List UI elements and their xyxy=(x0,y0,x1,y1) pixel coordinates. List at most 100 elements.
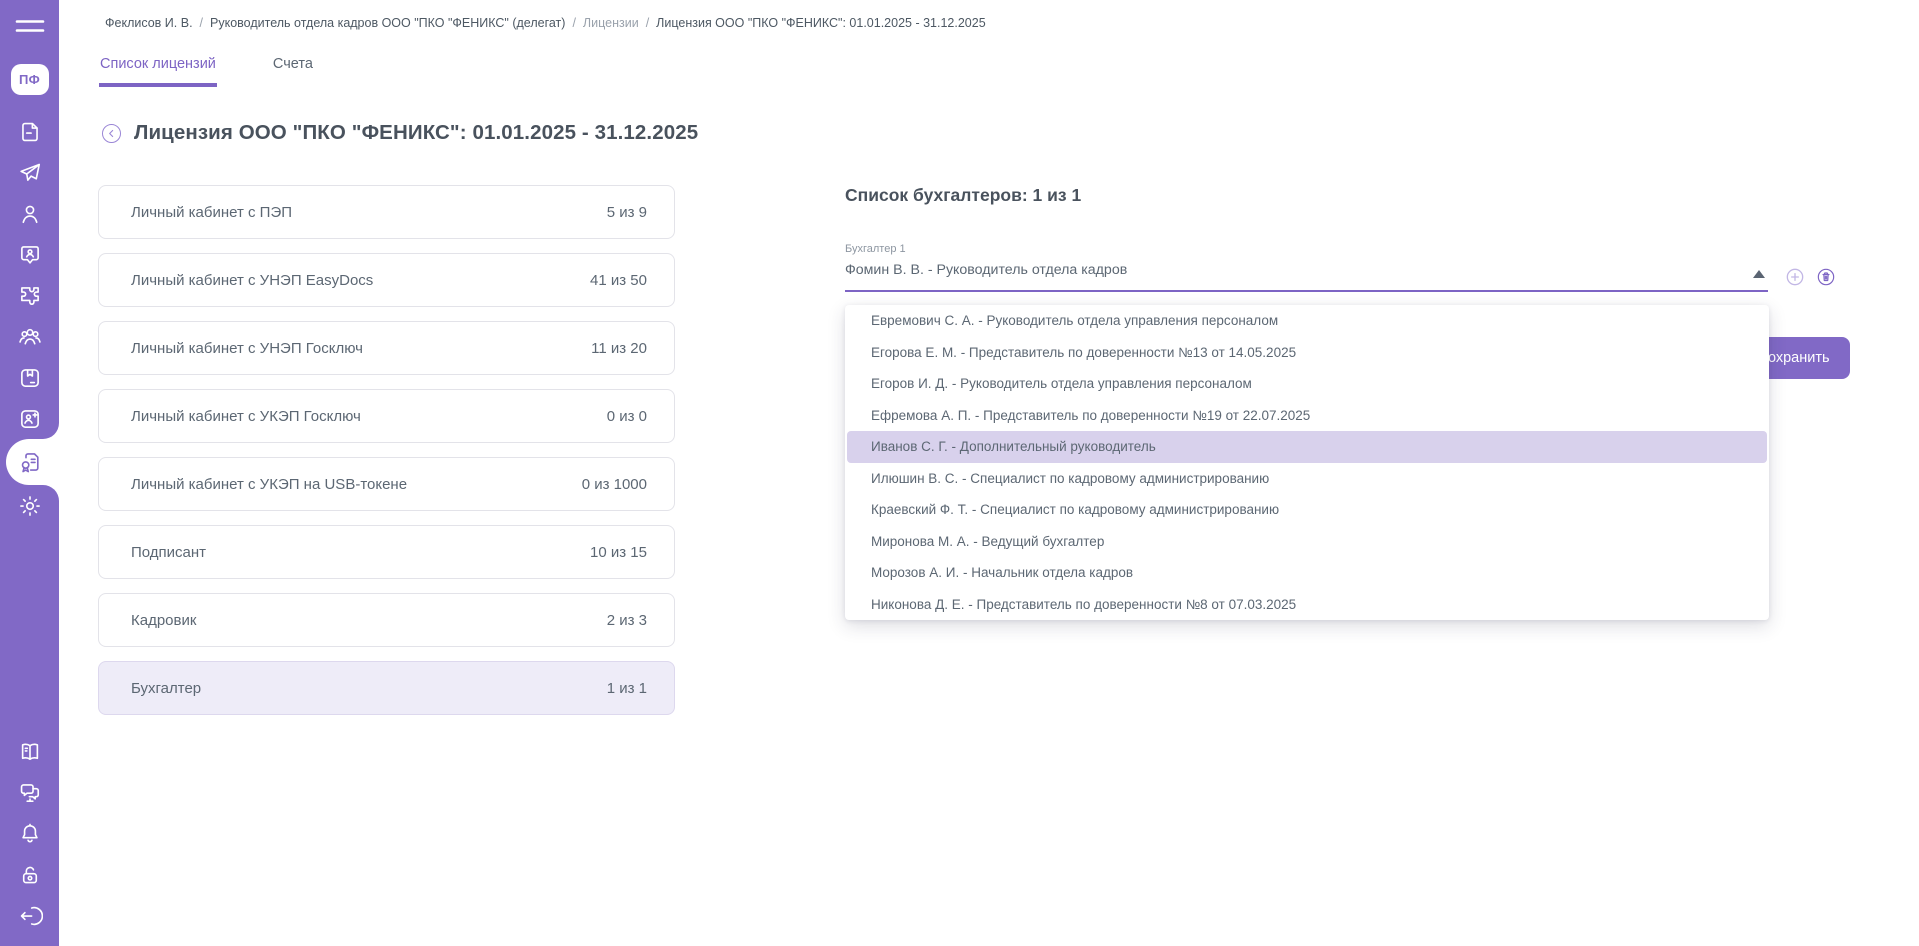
dropdown-option-label: Егорова Е. М. - Представитель по доверен… xyxy=(871,345,1296,360)
trash-circle-icon xyxy=(1816,267,1836,287)
license-list: Личный кабинет с ПЭП 5 из 9 Личный кабин… xyxy=(98,185,675,715)
dropdown-option[interactable]: Краевский Ф. Т. - Специалист по кадровом… xyxy=(845,494,1769,526)
dropdown-option-label: Илюшин В. С. - Специалист по кадровому а… xyxy=(871,471,1269,486)
sidebar-item-security[interactable] xyxy=(0,854,59,895)
back-button[interactable] xyxy=(102,124,121,143)
person-badge-icon xyxy=(17,242,43,268)
breadcrumb-separator: / xyxy=(200,16,203,30)
breadcrumb-separator: / xyxy=(646,16,649,30)
logout-icon xyxy=(17,903,43,929)
sidebar-item-support[interactable] xyxy=(0,772,59,813)
license-name: Бухгалтер xyxy=(131,680,201,697)
sidebar-item-profile[interactable] xyxy=(0,193,59,234)
dropdown-option[interactable]: Егоров И. Д. - Руководитель отдела управ… xyxy=(845,368,1769,400)
license-card[interactable]: Подписант 10 из 15 xyxy=(98,525,675,579)
license-icon xyxy=(17,449,43,475)
license-count: 2 из 3 xyxy=(607,612,647,629)
document-icon xyxy=(17,119,43,145)
license-card[interactable]: Личный кабинет с УКЭП Госключ 0 из 0 xyxy=(98,389,675,443)
sidebar-item-documents[interactable] xyxy=(0,111,59,152)
breadcrumb-separator: / xyxy=(572,16,575,30)
license-card[interactable]: Личный кабинет с УНЭП EasyDocs 41 из 50 xyxy=(98,253,675,307)
dropdown-arrow-icon[interactable] xyxy=(1753,270,1765,278)
dropdown-option-label: Краевский Ф. Т. - Специалист по кадровом… xyxy=(871,502,1279,517)
breadcrumb-segment[interactable]: Руководитель отдела кадров ООО "ПКО "ФЕН… xyxy=(210,16,565,30)
accountant-select[interactable]: Бухгалтер 1 Фомин В. В. - Руководитель о… xyxy=(845,243,1768,292)
dropdown-option[interactable]: Морозов А. И. - Начальник отдела кадров xyxy=(845,557,1769,589)
add-accountant-button[interactable] xyxy=(1785,267,1805,287)
sidebar-item-logout[interactable] xyxy=(0,895,59,936)
dropdown-option[interactable]: Иванов С. Г. - Дополнительный руководите… xyxy=(847,431,1767,463)
license-name: Личный кабинет с ПЭП xyxy=(131,204,292,221)
accountant-select-label: Бухгалтер 1 xyxy=(845,243,1768,255)
dropdown-option[interactable]: Илюшин В. С. - Специалист по кадровому а… xyxy=(845,463,1769,495)
license-card[interactable]: Кадровик 2 из 3 xyxy=(98,593,675,647)
breadcrumb-segment-wrap: / Феклисов И. В. xyxy=(105,16,193,30)
sidebar: ПФ xyxy=(0,0,59,946)
license-count: 10 из 15 xyxy=(590,544,647,561)
license-card[interactable]: Личный кабинет с ПЭП 5 из 9 xyxy=(98,185,675,239)
license-card[interactable]: Бухгалтер 1 из 1 xyxy=(98,661,675,715)
sidebar-item-archive[interactable] xyxy=(0,357,59,398)
dropdown-option[interactable]: Никонова Д. Е. - Представитель по довере… xyxy=(845,589,1769,621)
support-icon xyxy=(17,780,43,806)
breadcrumb-segment[interactable]: Феклисов И. В. xyxy=(105,16,193,30)
archive-bookmark-icon xyxy=(17,365,43,391)
lock-icon xyxy=(17,862,43,888)
sidebar-nav xyxy=(0,111,59,526)
delete-accountant-button[interactable] xyxy=(1816,267,1836,287)
logo-badge: ПФ xyxy=(11,64,49,95)
logo-text: ПФ xyxy=(19,72,40,87)
menu-icon xyxy=(15,18,45,34)
breadcrumb-segment-wrap: / Лицензии xyxy=(565,16,638,30)
license-count: 0 из 1000 xyxy=(582,476,647,493)
sidebar-nav-bottom xyxy=(0,731,59,936)
menu-button[interactable] xyxy=(15,18,45,39)
license-name: Личный кабинет с УКЭП Госключ xyxy=(131,408,361,425)
plus-circle-icon xyxy=(1785,267,1805,287)
sidebar-item-notifications[interactable] xyxy=(0,813,59,854)
license-card[interactable]: Личный кабинет с УНЭП Госключ 11 из 20 xyxy=(98,321,675,375)
breadcrumb-segment-wrap: / Руководитель отдела кадров ООО "ПКО "Ф… xyxy=(193,16,566,30)
page-title: Лицензия ООО "ПКО "ФЕНИКС": 01.01.2025 -… xyxy=(134,121,698,145)
dropdown-option-label: Морозов А. И. - Начальник отдела кадров xyxy=(871,565,1133,580)
license-name: Личный кабинет с УКЭП на USB-токене xyxy=(131,476,407,493)
tab[interactable]: Список лицензий xyxy=(99,56,217,87)
people-icon xyxy=(17,324,43,350)
sidebar-item-integrations[interactable] xyxy=(0,275,59,316)
book-icon xyxy=(17,739,43,765)
tab[interactable]: Счета xyxy=(272,56,314,87)
dropdown-option[interactable]: Ефремова А. П. - Представитель по довере… xyxy=(845,400,1769,432)
screen: ПФ xyxy=(0,0,1919,946)
send-icon xyxy=(17,160,43,186)
license-name: Личный кабинет с УНЭП EasyDocs xyxy=(131,272,373,289)
accountant-select-value: Фомин В. В. - Руководитель отдела кадров xyxy=(845,262,1768,278)
person-icon xyxy=(17,201,43,227)
accountant-dropdown: Евремович С. А. - Руководитель отдела уп… xyxy=(845,305,1769,620)
sidebar-item-licenses[interactable] xyxy=(0,439,59,485)
license-name: Кадровик xyxy=(131,612,196,629)
sidebar-item-departments[interactable] xyxy=(0,316,59,357)
license-card[interactable]: Личный кабинет с УКЭП на USB-токене 0 из… xyxy=(98,457,675,511)
title-row: Лицензия ООО "ПКО "ФЕНИКС": 01.01.2025 -… xyxy=(102,121,698,145)
breadcrumb-segment[interactable]: Лицензии xyxy=(583,16,639,30)
breadcrumb: / Феклисов И. В. / Руководитель отдела к… xyxy=(105,16,986,30)
sidebar-item-settings[interactable] xyxy=(0,485,59,526)
dropdown-option[interactable]: Егорова Е. М. - Представитель по доверен… xyxy=(845,337,1769,369)
dropdown-option[interactable]: Евремович С. А. - Руководитель отдела уп… xyxy=(845,305,1769,337)
breadcrumb-segment[interactable]: Лицензия ООО "ПКО "ФЕНИКС": 01.01.2025 -… xyxy=(656,16,986,30)
dropdown-option-label: Ефремова А. П. - Представитель по довере… xyxy=(871,408,1310,423)
dropdown-option-label: Иванов С. Г. - Дополнительный руководите… xyxy=(871,439,1156,454)
sidebar-item-employees[interactable] xyxy=(0,234,59,275)
dropdown-option-label: Никонова Д. Е. - Представитель по довере… xyxy=(871,597,1296,612)
sidebar-item-send[interactable] xyxy=(0,152,59,193)
license-name: Личный кабинет с УНЭП Госключ xyxy=(131,340,363,357)
chevron-left-icon xyxy=(106,128,117,139)
license-name: Подписант xyxy=(131,544,206,561)
person-add-icon xyxy=(17,406,43,432)
breadcrumb-segment-wrap: / Лицензия ООО "ПКО "ФЕНИКС": 01.01.2025… xyxy=(639,16,986,30)
license-count: 0 из 0 xyxy=(607,408,647,425)
dropdown-option[interactable]: Миронова М. А. - Ведущий бухгалтер xyxy=(845,526,1769,558)
sidebar-item-knowledge-base[interactable] xyxy=(0,731,59,772)
notifications-icon xyxy=(17,821,43,847)
